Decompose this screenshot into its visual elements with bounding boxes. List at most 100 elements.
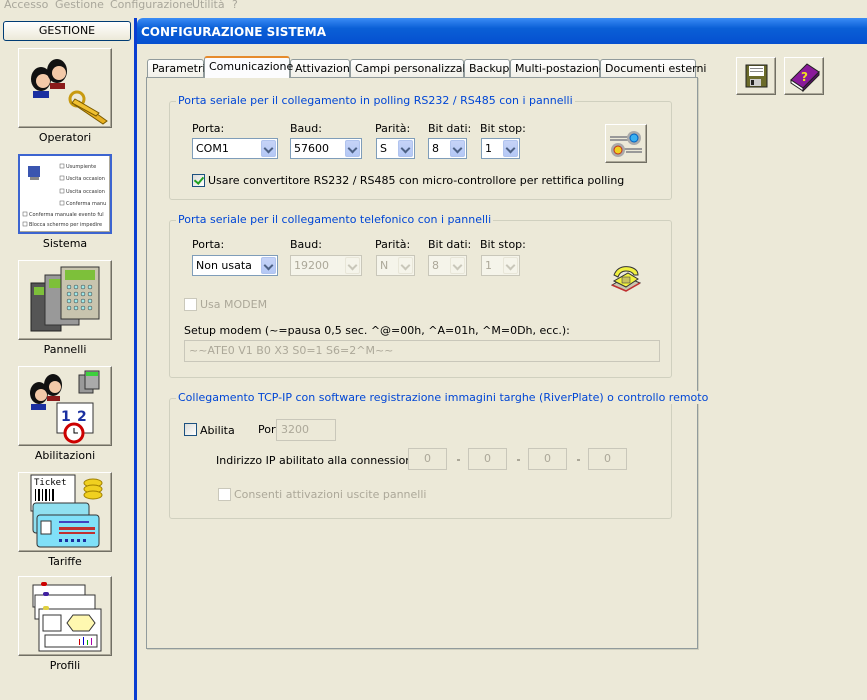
sidebar-label: Pannelli [43,343,87,356]
baud-label: Baud: [290,122,322,135]
baud-label: Baud: [290,238,322,251]
telephone-icon [610,266,642,292]
chevron-down-icon[interactable] [261,140,276,157]
operators-keys-icon[interactable] [18,48,112,128]
sidebar-item-operatori[interactable]: Operatori [18,48,112,144]
help-button[interactable]: ? [784,57,824,95]
panels-keypad-icon[interactable] [18,260,112,340]
baud-select[interactable]: 57600 [290,138,362,159]
menu-accesso[interactable]: Accesso [4,0,48,11]
sidebar-item-pannelli[interactable]: Pannelli [18,260,112,356]
sidebar-item-profili[interactable]: Profili [18,576,112,672]
chevron-down-icon [450,257,465,274]
bitstop-label: Bit stop: [480,238,526,251]
parita-label: Parità: [375,122,411,135]
polling-group: Porta seriale per il collegamento in pol… [169,94,672,200]
save-button[interactable] [736,57,776,95]
setup-modem-input[interactable]: ~~ATE0 V1 B0 X3 S0=1 S6=2^M~~ [184,340,660,362]
menu-gestione[interactable]: Gestione [55,0,104,11]
permissions-calendar-icon[interactable]: 1 2 [18,366,112,446]
ip-separator [577,459,580,461]
tcp-enable-label: Abilita [200,424,235,437]
menu-help[interactable]: ? [232,0,238,11]
menu-bar: Accesso Gestione Configurazione Utilità … [0,0,867,14]
tab-backup[interactable]: Backup [464,59,510,78]
svg-text:Uscita occasion: Uscita occasion [66,176,105,182]
sidebar-item-sistema[interactable]: Usumpiente Uscita occasion Uscita occasi… [18,154,112,250]
ip-separator [517,459,520,461]
chevron-down-icon[interactable] [398,140,413,157]
ticket-tariff-icon[interactable]: Ticket [18,472,112,552]
floppy-save-icon [745,64,768,88]
tab-campi-personalizzabili[interactable]: Campi personalizzabili [350,59,479,78]
system-settings-icon[interactable]: Usumpiente Uscita occasion Uscita occasi… [18,154,112,234]
svg-text:Uscita occasion: Uscita occasion [66,189,105,195]
parita-select[interactable]: S [376,138,415,159]
sidebar-item-abilitazioni[interactable]: 1 2 Abilitazioni [18,366,112,462]
tcp-enable-checkbox[interactable] [184,423,197,436]
svg-text:2: 2 [77,409,87,425]
ip-octet-3[interactable]: 0 [528,448,567,470]
svg-text:?: ? [801,70,808,84]
modem-checkbox[interactable] [184,298,197,311]
chevron-down-icon[interactable] [503,140,518,157]
tab-panel-comunicazione: Porta seriale per il collegamento in pol… [146,77,711,649]
ip-octet-4[interactable]: 0 [588,448,627,470]
menu-utilita[interactable]: Utilità [192,0,225,11]
phone-bitdati-select[interactable]: 8 [428,255,467,276]
sidebar-item-tariffe[interactable]: Ticket Tariffe [18,472,112,568]
tcp-group: Collegamento TCP-IP con software registr… [169,391,711,519]
chevron-down-icon [503,257,518,274]
chevron-down-icon [398,257,413,274]
bitdati-select[interactable]: 8 [428,138,467,159]
serial-settings-button[interactable] [605,124,647,163]
converter-label: Usare convertitore RS232 / RS485 con mic… [208,174,625,187]
svg-text:Blocca schermo per impedire: Blocca schermo per impedire [29,222,102,228]
phone-porta-select[interactable]: Non usata [192,255,278,276]
bitdati-label: Bit dati: [428,238,472,251]
sidebar-label: Abilitazioni [34,449,96,462]
ip-octet-2[interactable]: 0 [468,448,507,470]
phone-group-title: Porta seriale per il collegamento telefo… [176,213,494,226]
porta-label: Porta: [192,238,225,251]
svg-text:Ticket: Ticket [34,478,67,488]
phone-bitstop-select[interactable]: 1 [481,255,520,276]
profiles-documents-icon[interactable] [18,576,112,656]
sidebar-label: Operatori [38,131,92,144]
window-title: CONFIGURAZIONE SISTEMA [137,18,867,44]
menu-configurazione[interactable]: Configurazione [110,0,193,11]
tab-multi-postazione[interactable]: Multi-postazione [510,59,606,78]
tab-attivazioni[interactable]: Attivazioni [290,59,353,78]
bitstop-select[interactable]: 1 [481,138,520,159]
porta-select[interactable]: COM1 [192,138,278,159]
bitstop-label: Bit stop: [480,122,526,135]
modem-label: Usa MODEM [200,298,268,311]
phone-baud-select[interactable]: 19200 [290,255,362,276]
polling-group-title: Porta seriale per il collegamento in pol… [176,94,575,107]
parita-label: Parità: [375,238,411,251]
tab-documenti-esterni[interactable]: Documenti esterni [600,59,706,78]
converter-checkbox[interactable] [192,174,205,187]
svg-text:Conferma manuale evento ful: Conferma manuale evento ful [29,212,104,218]
phone-group: Porta seriale per il collegamento telefo… [169,213,672,378]
tab-parametri[interactable]: Parametri [147,59,206,78]
sidebar-label: Sistema [42,237,88,250]
allow-activations-label: Consenti attivazioni uscite pannelli [234,488,427,501]
sidebar-label: Tariffe [48,555,82,568]
chevron-down-icon[interactable] [261,257,276,274]
ip-label: Indirizzo IP abilitato alla connessione: [216,454,423,467]
tab-comunicazione[interactable]: Comunicazione [204,56,293,78]
help-book-icon: ? [790,63,820,93]
tcp-port-input[interactable]: 3200 [276,419,336,441]
chevron-down-icon[interactable] [345,140,360,157]
phone-parita-select[interactable]: N [376,255,415,276]
chevron-down-icon [345,257,360,274]
ip-octet-1[interactable]: 0 [408,448,447,470]
setup-modem-label: Setup modem (~=pausa 0,5 sec. ^@=00h, ^A… [184,324,570,337]
svg-text:1: 1 [61,409,71,425]
gestione-header-button[interactable]: GESTIONE [3,21,131,41]
wrench-settings-icon [610,131,642,157]
config-window: CONFIGURAZIONE SISTEMA ? Parametri Comun… [137,18,867,700]
allow-activations-checkbox[interactable] [218,488,231,501]
chevron-down-icon[interactable] [450,140,465,157]
